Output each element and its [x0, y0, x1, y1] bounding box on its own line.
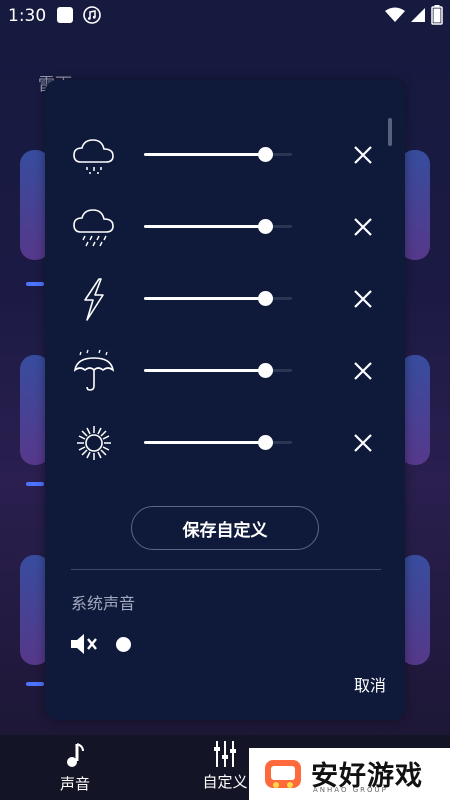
volume-slider[interactable]: [144, 363, 292, 378]
nav-label-sounds: 声音: [59, 775, 90, 793]
slider-knob[interactable]: [258, 363, 273, 378]
background-slider: [26, 482, 44, 486]
sun-burst-icon: [77, 426, 111, 460]
remove-sound-button[interactable]: [351, 215, 375, 239]
signal-icon: [411, 8, 425, 22]
slider-knob[interactable]: [258, 291, 273, 306]
nav-item-sounds[interactable]: 声音: [30, 735, 120, 794]
scrollbar-thumb[interactable]: [388, 118, 392, 146]
cloud-light-rain-icon: [73, 139, 114, 174]
sound-row: [45, 274, 405, 324]
sound-row: [45, 346, 405, 396]
umbrella-rain-icon: [73, 349, 115, 391]
background-slider: [26, 282, 44, 286]
slider-knob[interactable]: [258, 219, 273, 234]
battery-icon: [431, 5, 443, 25]
music-note-icon: [67, 743, 84, 767]
status-bar: 1:30: [0, 0, 450, 32]
lightning-icon: [84, 278, 104, 321]
volume-slider[interactable]: [144, 435, 292, 450]
remove-sound-button[interactable]: [351, 143, 375, 167]
slider-fill: [144, 225, 265, 228]
slider-fill: [144, 369, 265, 372]
system-volume-slider-knob[interactable]: [116, 637, 131, 652]
sound-row: [45, 202, 405, 252]
wifi-icon: [385, 7, 405, 22]
cloud-heavy-rain-icon: [73, 209, 114, 247]
slider-fill: [144, 297, 265, 300]
slider-fill: [144, 153, 265, 156]
system-sound-label: 系统声音: [71, 594, 136, 613]
slider-knob[interactable]: [258, 147, 273, 162]
remove-sound-button[interactable]: [351, 287, 375, 311]
watermark-sub: ANHAO GROUP: [313, 786, 388, 794]
divider: [71, 569, 381, 570]
status-time: 1:30: [8, 6, 47, 26]
volume-slider[interactable]: [144, 291, 292, 306]
background-slider: [26, 682, 44, 686]
remove-sound-button[interactable]: [351, 359, 375, 383]
gamepad-logo-icon: [265, 760, 301, 788]
cancel-button[interactable]: 取消: [354, 672, 386, 696]
music-note-icon: [83, 6, 101, 24]
watermark: 安好游戏 ANHAO GROUP: [249, 748, 450, 800]
sliders-icon: [214, 741, 236, 767]
square-notification-icon: [57, 7, 73, 23]
remove-sound-button[interactable]: [351, 431, 375, 455]
sound-row: [45, 130, 405, 180]
volume-mute-icon[interactable]: [69, 629, 99, 659]
slider-fill: [144, 441, 265, 444]
volume-slider[interactable]: [144, 147, 292, 162]
sound-row: [45, 418, 405, 468]
custom-mix-dialog: 保存自定义 系统声音 取消: [45, 80, 405, 720]
slider-knob[interactable]: [258, 435, 273, 450]
save-custom-button[interactable]: 保存自定义: [131, 506, 319, 550]
volume-slider[interactable]: [144, 219, 292, 234]
